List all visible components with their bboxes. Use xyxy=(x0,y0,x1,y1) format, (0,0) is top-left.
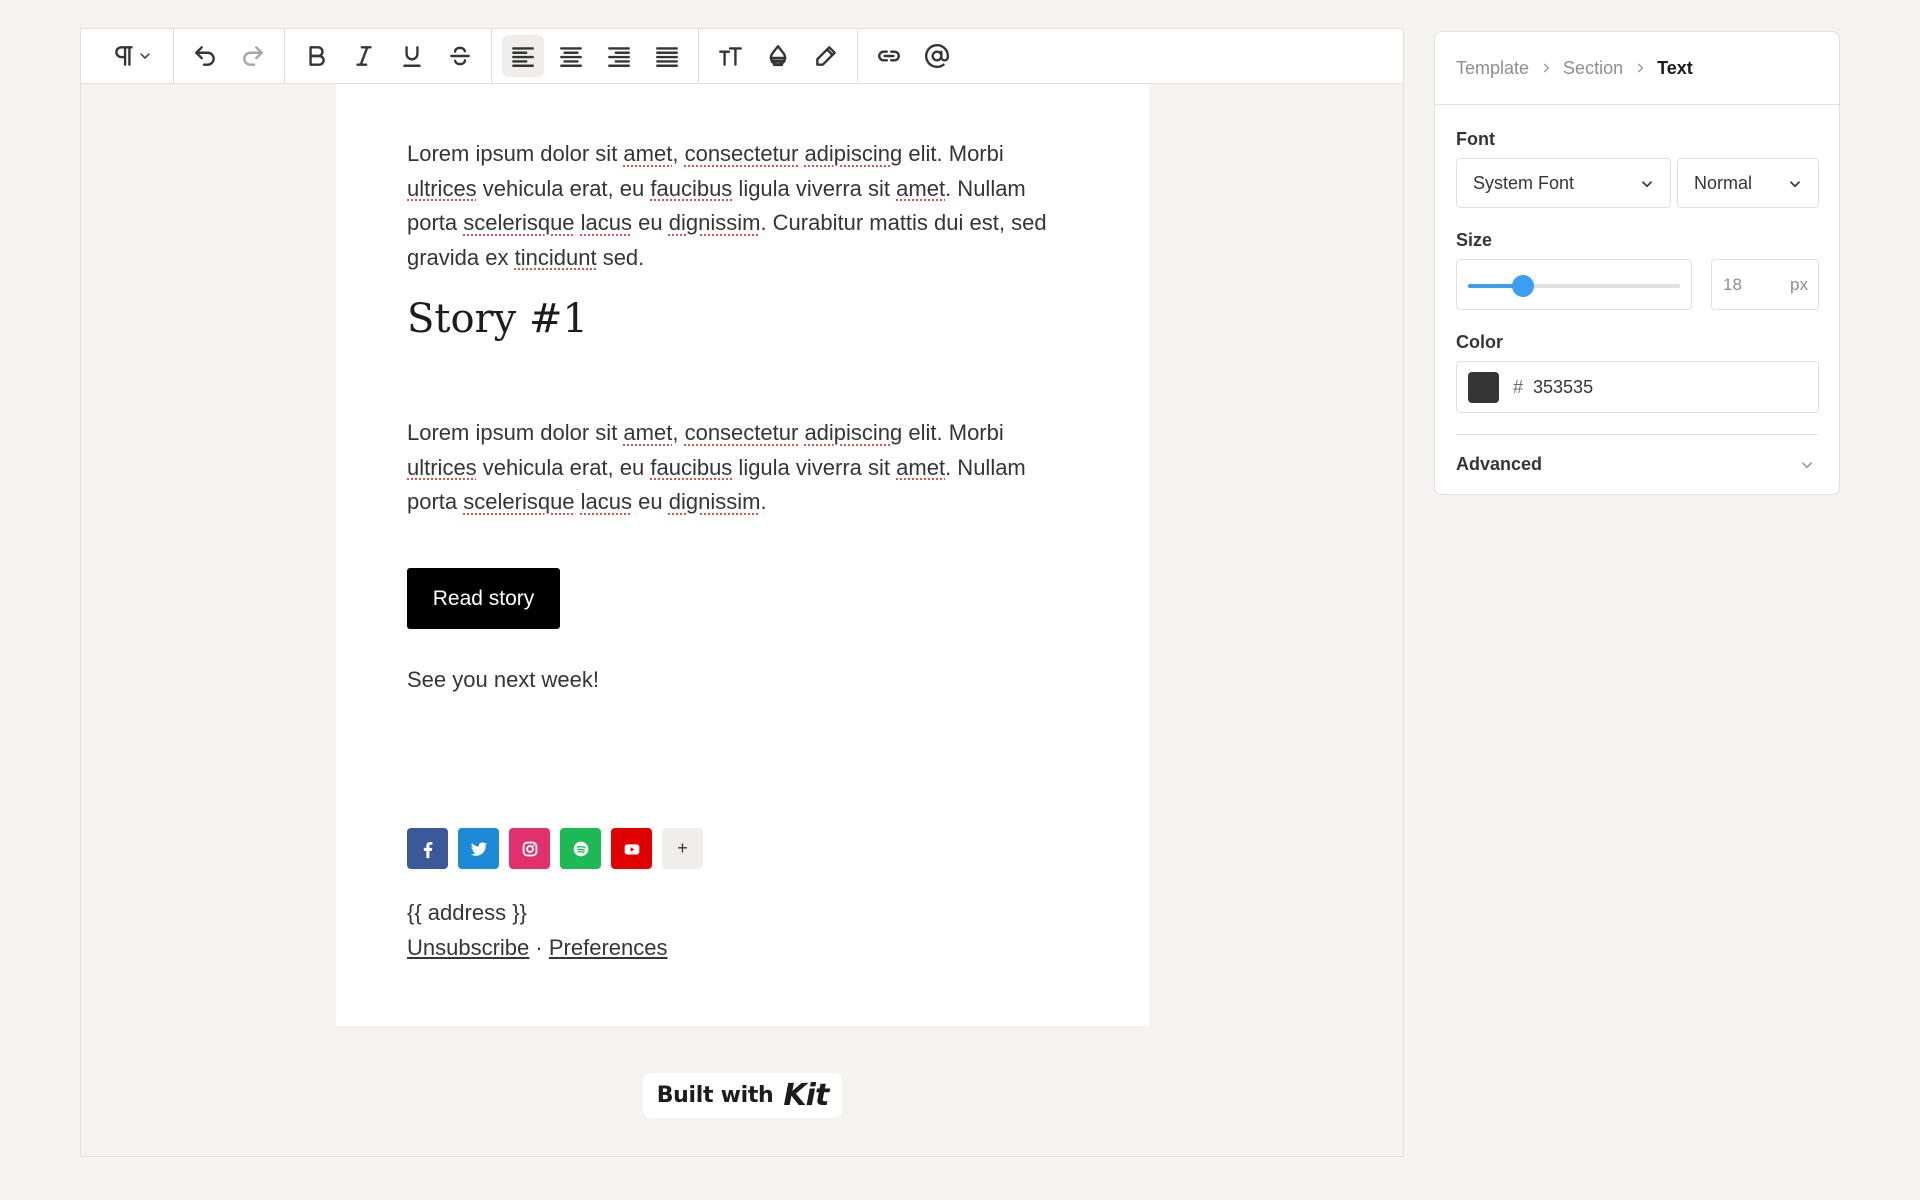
add-social-button[interactable]: + xyxy=(662,828,703,869)
facebook-link[interactable] xyxy=(407,828,448,869)
twitter-link[interactable] xyxy=(458,828,499,869)
alignment-group xyxy=(492,28,699,84)
align-center-button[interactable] xyxy=(550,35,592,77)
font-family-value: System Font xyxy=(1473,172,1575,193)
redo-button[interactable] xyxy=(232,35,274,77)
undo-icon xyxy=(195,46,215,66)
align-center-icon xyxy=(560,47,582,67)
chevron-down-icon xyxy=(1801,461,1813,468)
paragraph-icon xyxy=(115,46,133,66)
chevron-right-icon xyxy=(1637,63,1644,73)
undo-button[interactable] xyxy=(184,35,226,77)
breadcrumb: Template Section Text xyxy=(1435,32,1839,105)
spotify-icon xyxy=(573,841,588,856)
breadcrumb-template[interactable]: Template xyxy=(1456,58,1529,79)
align-left-button[interactable] xyxy=(502,35,544,77)
footer-links: Unsubscribe · Preferences xyxy=(407,931,667,966)
instagram-icon xyxy=(522,841,537,856)
font-size-button[interactable] xyxy=(709,35,751,77)
instagram-link[interactable] xyxy=(509,828,550,869)
slider-handle[interactable] xyxy=(1512,275,1535,297)
email-editor: Lorem ipsum dolor sit amet, consectetur … xyxy=(80,28,1404,1157)
underline-button[interactable] xyxy=(391,35,433,77)
size-unit: px xyxy=(1790,274,1808,294)
hash-symbol: # xyxy=(1513,376,1524,397)
size-input[interactable]: 18 px xyxy=(1711,259,1819,310)
youtube-link[interactable] xyxy=(611,828,652,869)
color-label: Color xyxy=(1456,332,1503,352)
chevron-down-icon xyxy=(140,53,150,59)
align-justify-button[interactable] xyxy=(646,35,688,77)
properties-panel: Template Section Text Font System Font N… xyxy=(1434,31,1840,495)
font-weight-select[interactable]: Normal xyxy=(1677,158,1819,208)
color-field[interactable]: # 353535 xyxy=(1456,361,1819,413)
drop-icon xyxy=(769,45,787,67)
mention-button[interactable] xyxy=(916,35,958,77)
font-weight-value: Normal xyxy=(1694,172,1753,193)
formatting-toolbar xyxy=(81,28,1403,84)
slider-track[interactable] xyxy=(1468,275,1680,297)
advanced-label: Advanced xyxy=(1456,454,1543,474)
align-justify-icon xyxy=(656,47,678,67)
size-value: 18 xyxy=(1723,274,1742,294)
link-button[interactable] xyxy=(868,35,910,77)
twitter-icon xyxy=(470,841,487,856)
history-group xyxy=(174,28,285,84)
chevron-right-icon xyxy=(1543,63,1550,73)
text-style-group xyxy=(285,28,492,84)
link-icon xyxy=(878,50,900,62)
font-label: Font xyxy=(1456,129,1495,149)
advanced-section-toggle[interactable]: Advanced xyxy=(1456,434,1818,494)
color-hex-value[interactable]: 353535 xyxy=(1533,377,1593,398)
marker-icon xyxy=(816,46,836,66)
align-left-icon xyxy=(512,47,534,67)
underline-icon xyxy=(403,46,421,67)
breadcrumb-section[interactable]: Section xyxy=(1563,58,1623,79)
footer-block: {{ address }} Unsubscribe · Preferences xyxy=(407,896,667,965)
paragraph-style-button[interactable] xyxy=(101,35,163,77)
at-sign-icon xyxy=(924,44,950,68)
bold-button[interactable] xyxy=(295,35,337,77)
story-paragraph[interactable]: Lorem ipsum dolor sit amet, consectetur … xyxy=(407,416,1078,520)
story-heading[interactable]: Story #1 xyxy=(407,296,588,342)
text-color-button[interactable] xyxy=(757,35,799,77)
preferences-link[interactable]: Preferences xyxy=(549,935,668,960)
bold-icon xyxy=(309,46,325,66)
built-with-text: Built with xyxy=(656,1083,774,1108)
signoff-text[interactable]: See you next week! xyxy=(407,667,599,693)
built-with-kit-badge[interactable]: Built with Kit xyxy=(643,1073,842,1118)
social-links: + xyxy=(407,828,703,869)
strikethrough-icon xyxy=(450,46,470,66)
font-group xyxy=(699,28,858,84)
insert-group xyxy=(858,29,968,84)
font-family-select[interactable]: System Font xyxy=(1456,158,1671,208)
size-slider[interactable] xyxy=(1456,259,1692,310)
spotify-link[interactable] xyxy=(560,828,601,869)
highlight-button[interactable] xyxy=(805,35,847,77)
body-paragraph[interactable]: Lorem ipsum dolor sit amet, consectetur … xyxy=(407,137,1078,275)
breadcrumb-text: Text xyxy=(1657,57,1693,78)
align-right-icon xyxy=(608,47,630,67)
address-merge-tag[interactable]: {{ address }} xyxy=(407,896,667,931)
plus-icon: + xyxy=(677,838,688,858)
font-size-icon xyxy=(719,47,743,66)
email-canvas: Lorem ipsum dolor sit amet, consectetur … xyxy=(336,84,1149,1026)
facebook-icon xyxy=(423,841,432,858)
chevron-down-icon xyxy=(1641,181,1653,188)
paragraph-group xyxy=(91,28,174,84)
italic-button[interactable] xyxy=(343,35,385,77)
italic-icon xyxy=(356,46,372,66)
redo-icon xyxy=(243,46,263,66)
strikethrough-button[interactable] xyxy=(439,35,481,77)
kit-logo: Kit xyxy=(783,1078,829,1113)
read-story-button[interactable]: Read story xyxy=(407,568,560,629)
footer-separator: · xyxy=(535,934,543,960)
color-swatch[interactable] xyxy=(1468,371,1499,403)
youtube-icon xyxy=(624,843,639,854)
size-label: Size xyxy=(1456,230,1493,250)
unsubscribe-link[interactable]: Unsubscribe xyxy=(407,935,529,960)
chevron-down-icon xyxy=(1789,181,1801,188)
align-right-button[interactable] xyxy=(598,35,640,77)
